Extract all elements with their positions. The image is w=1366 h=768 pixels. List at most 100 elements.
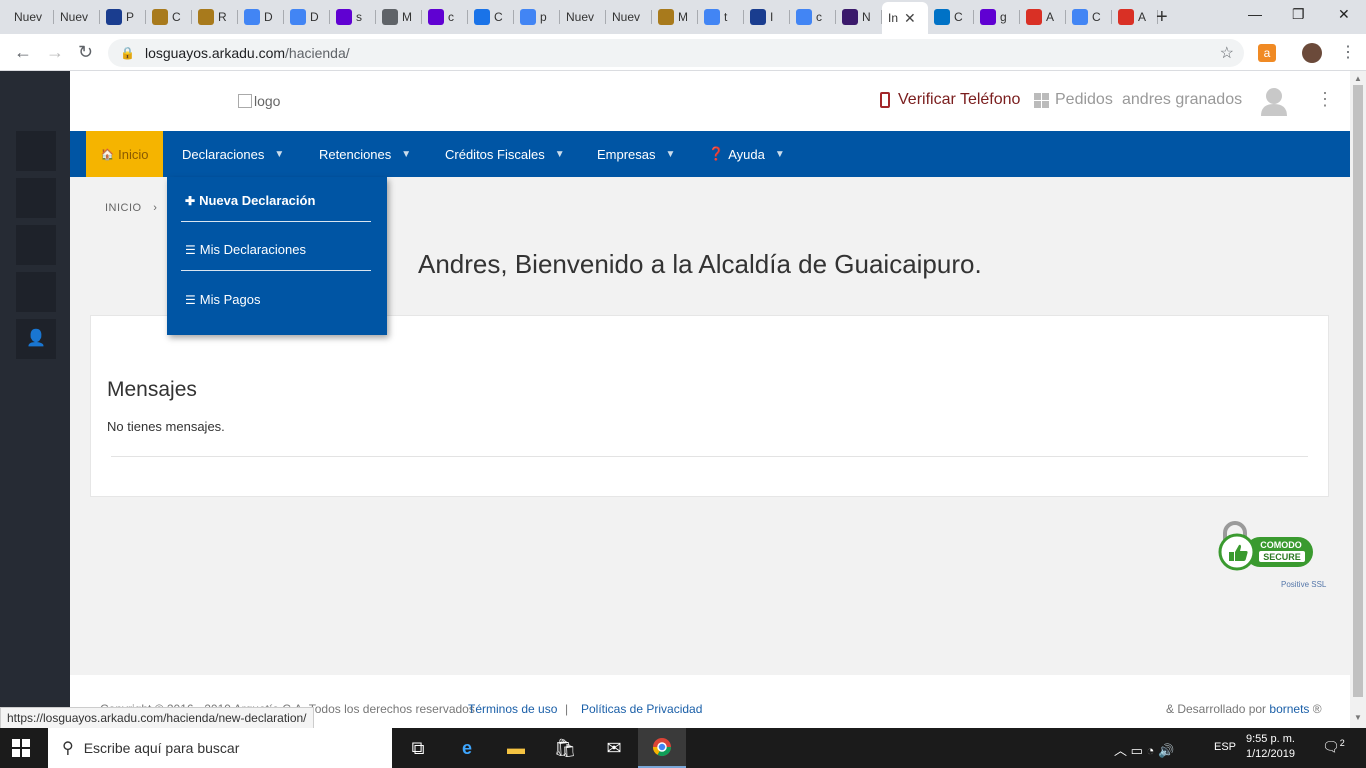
language-indicator[interactable]: ESP bbox=[1214, 741, 1236, 753]
tab-label: c bbox=[448, 10, 454, 24]
site-header: logo Verificar Teléfono Pedidos andres g… bbox=[70, 71, 1350, 131]
browser-tab[interactable]: C bbox=[1066, 4, 1112, 30]
browser-tab[interactable]: D bbox=[238, 4, 284, 30]
nav-retenciones[interactable]: Retenciones ▼ bbox=[319, 131, 411, 177]
browser-tab[interactable]: R bbox=[192, 4, 238, 30]
tab-favicon-icon bbox=[336, 9, 352, 25]
browser-tab[interactable]: M bbox=[652, 4, 698, 30]
browser-tab[interactable]: P bbox=[100, 4, 146, 30]
window-close-icon[interactable]: ✕ bbox=[1338, 6, 1350, 23]
tab-label: Nuev bbox=[566, 10, 595, 24]
tab-label: g bbox=[1000, 10, 1007, 24]
scroll-up-icon[interactable]: ▲ bbox=[1354, 74, 1362, 83]
menu-item-label: Mis Pagos bbox=[199, 292, 261, 307]
breadcrumb-root[interactable]: INICIO bbox=[105, 202, 142, 214]
developer-mark: ® bbox=[1312, 702, 1322, 716]
bookmark-star-icon[interactable]: ☆ bbox=[1220, 43, 1234, 63]
edge-icon[interactable]: e bbox=[443, 728, 491, 768]
browser-tab[interactable]: I bbox=[744, 4, 790, 30]
profile-avatar[interactable] bbox=[1302, 43, 1322, 63]
browser-tab[interactable]: p bbox=[514, 4, 560, 30]
forward-icon[interactable]: → bbox=[46, 42, 64, 63]
rail-button-4[interactable] bbox=[16, 272, 56, 312]
tab-label: I bbox=[770, 10, 774, 24]
list-icon: ☰ bbox=[185, 242, 196, 257]
badge-bottom-text: SECURE bbox=[1263, 552, 1301, 562]
taskbar-search-input[interactable]: ⚲ Escribe aquí para buscar bbox=[48, 728, 392, 768]
breadcrumb-separator: › bbox=[153, 202, 158, 214]
menu-item-my-payments[interactable]: ☰ Mis Pagos bbox=[185, 292, 260, 307]
store-icon[interactable]: 🛍 bbox=[541, 728, 589, 768]
chevron-down-icon: ▼ bbox=[665, 148, 676, 160]
browser-tab[interactable]: A bbox=[1020, 4, 1066, 30]
rail-button-3[interactable] bbox=[16, 225, 56, 265]
nav-declaraciones[interactable]: Declaraciones ▼ bbox=[182, 131, 284, 177]
browser-tab[interactable]: In ✕ bbox=[882, 2, 928, 34]
nav-home[interactable]: 🏠 Inicio bbox=[86, 131, 163, 177]
browser-tab[interactable]: g bbox=[974, 4, 1020, 30]
more-options-icon[interactable]: ⋮ bbox=[1316, 89, 1334, 110]
tab-label: C bbox=[1092, 10, 1101, 24]
browser-tab[interactable]: Nuev bbox=[54, 4, 100, 30]
windows-start-icon[interactable] bbox=[12, 739, 30, 757]
nav-label: Declaraciones bbox=[182, 146, 265, 162]
notifications-icon[interactable]: 🗨2 bbox=[1322, 738, 1345, 756]
task-view-icon[interactable]: ⧉ bbox=[394, 728, 442, 768]
avatar[interactable] bbox=[1260, 86, 1288, 116]
rail-user-icon[interactable]: 👤 bbox=[16, 319, 56, 359]
minimize-icon[interactable]: — bbox=[1248, 6, 1262, 22]
privacy-link[interactable]: Políticas de Privacidad bbox=[581, 702, 702, 716]
maximize-icon[interactable]: ❐ bbox=[1292, 6, 1305, 23]
browser-tab[interactable]: C bbox=[146, 4, 192, 30]
scroll-thumb[interactable] bbox=[1353, 85, 1363, 697]
user-name[interactable]: andres granados bbox=[1122, 91, 1242, 109]
grid-icon bbox=[1034, 92, 1049, 108]
tab-close-icon[interactable]: ✕ bbox=[904, 10, 916, 27]
browser-tab[interactable]: C bbox=[468, 4, 514, 30]
logo[interactable]: logo bbox=[238, 93, 280, 109]
browser-tab[interactable]: Nuev bbox=[606, 4, 652, 30]
terms-link[interactable]: Términos de uso bbox=[468, 702, 557, 716]
nav-ayuda[interactable]: ❓ Ayuda ▼ bbox=[708, 131, 785, 177]
link-status-bar: https://losguayos.arkadu.com/hacienda/ne… bbox=[0, 707, 314, 728]
scroll-down-icon[interactable]: ▼ bbox=[1354, 713, 1362, 722]
verify-phone-link[interactable]: Verificar Teléfono bbox=[880, 91, 1020, 109]
mail-icon[interactable]: ✉ bbox=[590, 728, 638, 768]
browser-tab[interactable]: c bbox=[422, 4, 468, 30]
comodo-secure-badge[interactable]: COMODO SECURE bbox=[1217, 519, 1315, 575]
clock[interactable]: 9:55 p. m. 1/12/2019 bbox=[1246, 732, 1295, 762]
nav-label: Créditos Fiscales bbox=[445, 146, 545, 162]
browser-tab[interactable]: c bbox=[790, 4, 836, 30]
nav-creditos-fiscales[interactable]: Créditos Fiscales ▼ bbox=[445, 131, 565, 177]
file-explorer-icon[interactable]: ▬ bbox=[492, 728, 540, 768]
browser-tab[interactable]: A bbox=[1112, 4, 1158, 30]
browser-menu-icon[interactable]: ⋮ bbox=[1340, 42, 1356, 62]
new-tab-button[interactable]: + bbox=[1156, 6, 1168, 29]
browser-tab[interactable]: D bbox=[284, 4, 330, 30]
browser-tab[interactable]: N bbox=[836, 4, 882, 30]
main-nav: 🏠 Inicio Declaraciones ▼ Retenciones ▼ Cré… bbox=[70, 131, 1350, 177]
page-scrollbar[interactable]: ▲ ▼ bbox=[1350, 71, 1366, 728]
browser-tab[interactable]: Nuev bbox=[560, 4, 606, 30]
browser-tab[interactable]: t bbox=[698, 4, 744, 30]
extension-icon[interactable]: a bbox=[1258, 44, 1276, 62]
back-icon[interactable]: ← bbox=[14, 42, 32, 63]
rail-button-2[interactable] bbox=[16, 178, 56, 218]
url-field[interactable]: 🔒 losguayos.arkadu.com/hacienda/ ☆ bbox=[108, 39, 1244, 67]
browser-tab[interactable]: C bbox=[928, 4, 974, 30]
orders-link[interactable]: Pedidos bbox=[1034, 91, 1113, 109]
tab-label: In bbox=[888, 11, 899, 25]
menu-item-my-declarations[interactable]: ☰ Mis Declaraciones bbox=[185, 242, 306, 257]
developer-link[interactable]: bornets bbox=[1269, 702, 1309, 716]
browser-tab[interactable]: M bbox=[376, 4, 422, 30]
browser-tab[interactable]: Nuev bbox=[8, 4, 54, 30]
menu-item-new-declaration[interactable]: ✚ Nueva Declaración bbox=[185, 193, 315, 208]
reload-icon[interactable]: ↻ bbox=[78, 42, 93, 63]
divider bbox=[181, 221, 371, 222]
chrome-icon[interactable] bbox=[638, 728, 686, 768]
browser-tab[interactable]: s bbox=[330, 4, 376, 30]
rail-button-1[interactable] bbox=[16, 131, 56, 171]
menu-item-label: Nueva Declaración bbox=[199, 193, 316, 208]
nav-empresas[interactable]: Empresas ▼ bbox=[597, 131, 675, 177]
system-tray-icons[interactable]: ︿ ▭ ◔ 🔊 bbox=[1114, 740, 1174, 759]
